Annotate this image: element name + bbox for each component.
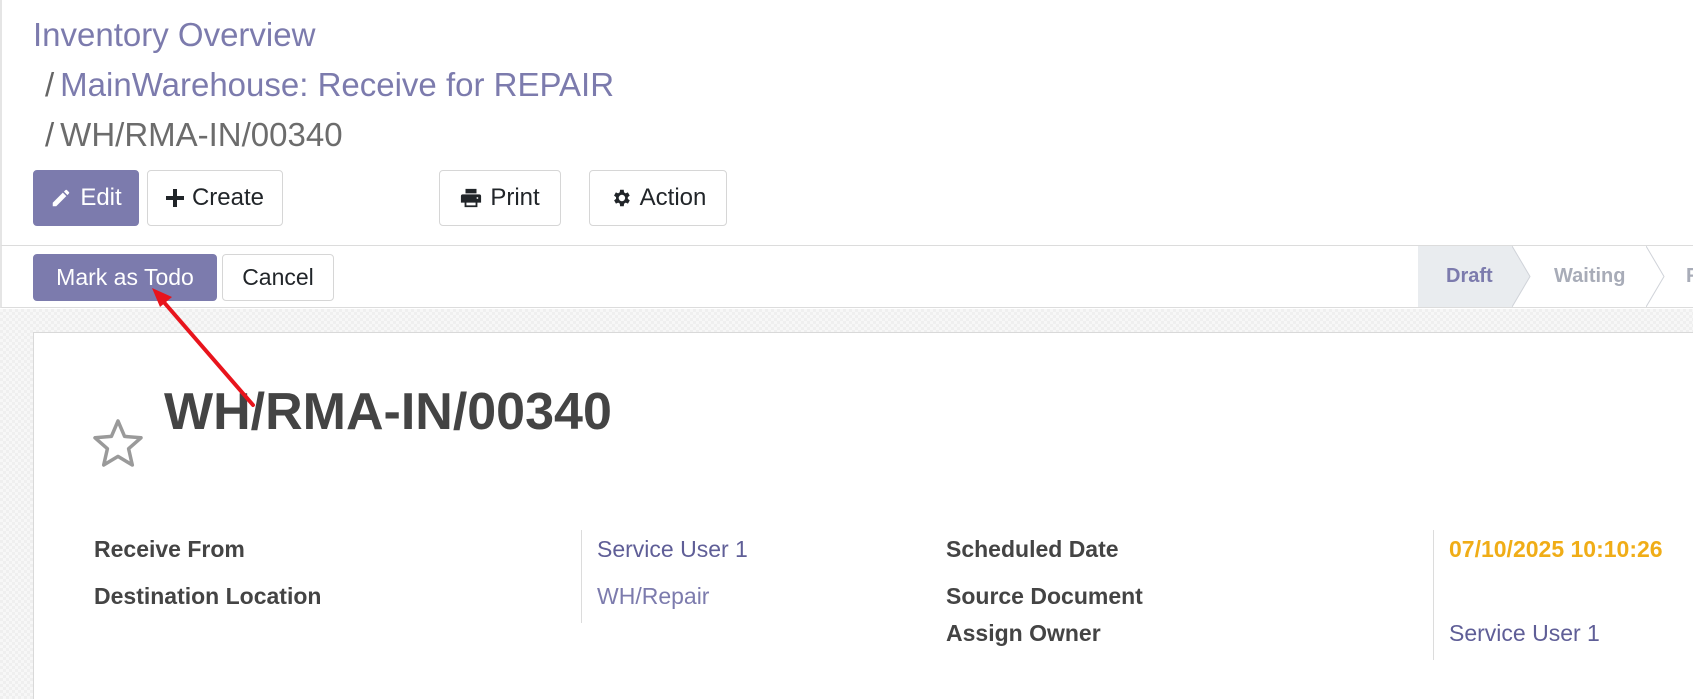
create-button[interactable]: Create xyxy=(147,170,283,226)
plus-icon xyxy=(165,189,184,207)
mark-as-todo-button[interactable]: Mark as Todo xyxy=(33,254,217,301)
action-button-label: Action xyxy=(639,184,707,211)
statusbar: Mark as Todo Cancel Draft Waiting F xyxy=(0,245,1693,308)
stage-waiting[interactable]: Waiting xyxy=(1554,246,1646,307)
assign-owner-value[interactable]: Service User 1 xyxy=(1449,620,1600,647)
stage-draft[interactable]: Draft xyxy=(1418,246,1512,307)
print-button[interactable]: Print xyxy=(439,170,561,226)
create-button-label: Create xyxy=(191,184,265,211)
print-button-label: Print xyxy=(490,184,540,211)
record-title: WH/RMA-IN/00340 xyxy=(164,383,612,441)
printer-icon xyxy=(460,187,482,209)
assign-owner-label: Assign Owner xyxy=(946,620,1101,646)
breadcrumb-operation-type[interactable]: MainWarehouse: Receive for REPAIR xyxy=(60,66,614,103)
action-button[interactable]: Action xyxy=(589,170,727,226)
receive-from-value[interactable]: Service User 1 xyxy=(597,536,748,563)
stage-arrow-icon xyxy=(1512,246,1531,307)
scheduled-date-label: Scheduled Date xyxy=(946,536,1119,562)
edit-button-label: Edit xyxy=(80,184,122,211)
mark-as-todo-label: Mark as Todo xyxy=(56,264,194,290)
stage-arrow-icon xyxy=(1646,246,1665,307)
breadcrumb-separator: / xyxy=(45,116,55,153)
cancel-button[interactable]: Cancel xyxy=(222,254,334,301)
gear-icon xyxy=(610,187,632,209)
breadcrumb-inventory-overview[interactable]: Inventory Overview xyxy=(33,16,315,53)
edit-button[interactable]: Edit xyxy=(33,170,139,226)
stage-next[interactable]: F xyxy=(1686,246,1693,307)
star-icon[interactable] xyxy=(92,418,144,470)
breadcrumb: Inventory Overview / MainWarehouse: Recei… xyxy=(33,10,614,160)
field-divider xyxy=(1433,530,1434,660)
control-panel: Inventory Overview / MainWarehouse: Recei… xyxy=(0,0,1693,246)
cancel-button-label: Cancel xyxy=(242,264,314,290)
field-divider xyxy=(581,530,582,623)
breadcrumb-current-record: WH/RMA-IN/00340 xyxy=(60,116,343,153)
destination-location-label: Destination Location xyxy=(94,583,322,609)
breadcrumb-separator: / xyxy=(45,66,55,103)
destination-location-value[interactable]: WH/Repair xyxy=(597,583,709,610)
receive-from-label: Receive From xyxy=(94,536,245,562)
pencil-icon xyxy=(50,187,72,209)
source-document-label: Source Document xyxy=(946,583,1143,609)
scheduled-date-value[interactable]: 07/10/2025 10:10:26 xyxy=(1449,536,1663,563)
